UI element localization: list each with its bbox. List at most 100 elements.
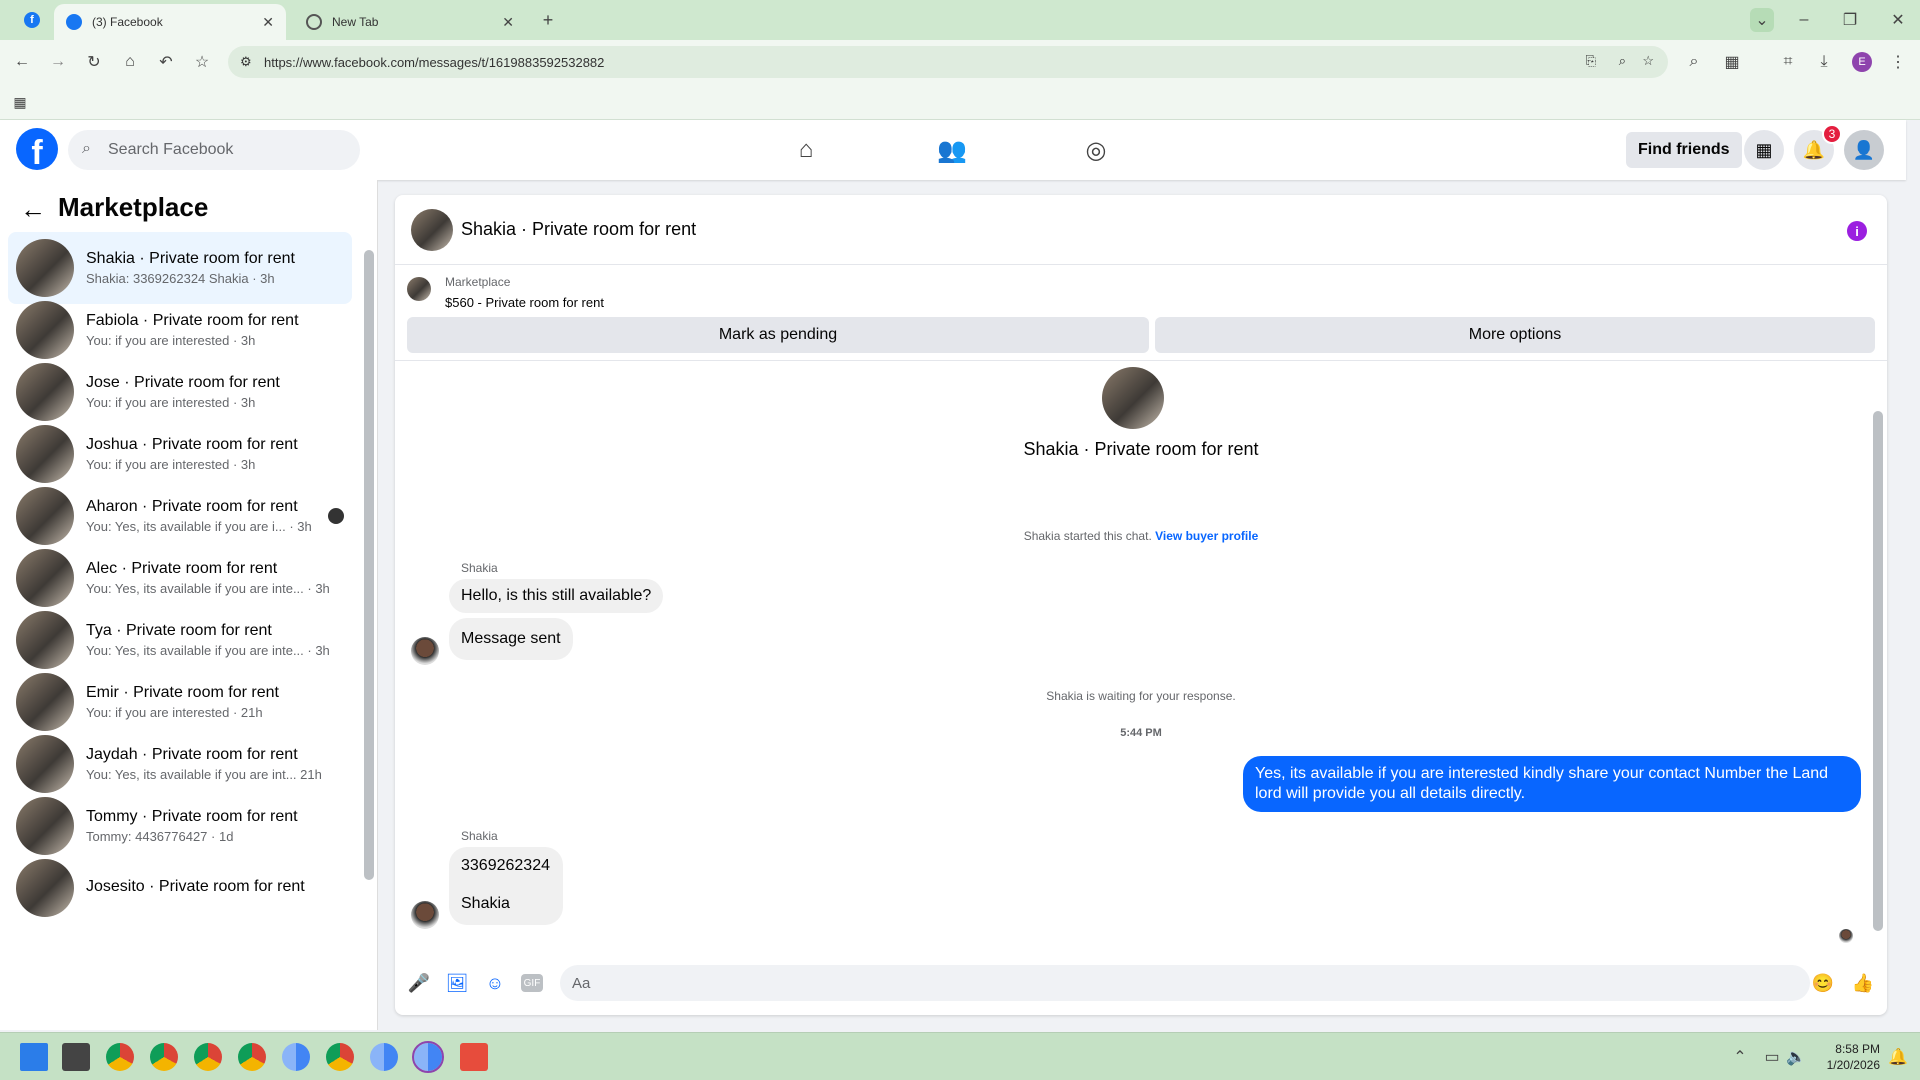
- info-icon[interactable]: i: [1847, 221, 1867, 241]
- listing-thumbnail[interactable]: [407, 277, 431, 301]
- facebook-logo[interactable]: f: [16, 128, 58, 170]
- site-info-icon[interactable]: ⚙: [240, 54, 252, 70]
- search-icon[interactable]: ⌕: [1682, 50, 1706, 74]
- sidebar-scrollbar[interactable]: [364, 250, 374, 880]
- chrome-icon[interactable]: [150, 1043, 178, 1071]
- network-icon[interactable]: ▭: [1760, 1045, 1784, 1069]
- back-arrow-icon[interactable]: ←: [20, 194, 46, 225]
- browser-tab-bar: f (3) Facebook ✕ New Tab ✕ + ⌄ – ❐ ✕: [0, 0, 1920, 40]
- close-tab-icon[interactable]: ✕: [502, 14, 514, 31]
- notification-bell-icon[interactable]: 🔔: [1886, 1045, 1910, 1069]
- chrome-icon[interactable]: [238, 1043, 266, 1071]
- reload-icon[interactable]: ↻: [82, 50, 106, 74]
- message-input[interactable]: Aa: [560, 965, 1810, 1001]
- chrome-icon[interactable]: [194, 1043, 222, 1071]
- chrome-active-icon[interactable]: [412, 1041, 444, 1073]
- home-nav-icon[interactable]: ⌂: [788, 134, 824, 166]
- account-avatar[interactable]: 👤: [1844, 130, 1884, 170]
- sender-avatar[interactable]: [411, 901, 439, 929]
- windows-start-icon[interactable]: [20, 1043, 48, 1071]
- sidebar-title: Marketplace: [58, 192, 209, 222]
- close-window-icon[interactable]: ✕: [1886, 8, 1910, 32]
- zoom-icon[interactable]: ⌕: [1619, 53, 1626, 69]
- find-friends-button[interactable]: Find friends: [1626, 132, 1742, 168]
- restore-icon[interactable]: ❐: [1838, 8, 1862, 32]
- tab-new-tab[interactable]: New Tab ✕: [294, 4, 526, 40]
- conversation-preview: You: if you are interested · 21h: [86, 705, 263, 720]
- message-bubble[interactable]: 3369262324 Shakia: [449, 847, 563, 925]
- chat-avatar[interactable]: [411, 209, 453, 251]
- sticker-icon[interactable]: ☺: [483, 971, 507, 995]
- profile-name: Shakia · Private room for rent: [1023, 439, 1259, 459]
- facebook-header: f ⌕ Search Facebook ⌂ 👥 ◎ Find friends ▦…: [0, 120, 1906, 180]
- undo-icon[interactable]: ↶: [154, 50, 178, 74]
- groups-nav-icon[interactable]: ◎: [1078, 134, 1114, 166]
- tab-search-chevron-icon[interactable]: ⌄: [1750, 8, 1774, 32]
- message-text: Shakia: [461, 895, 510, 912]
- message-composer: 🎤 🖼 ☺ GIF Aa 😊 👍: [395, 951, 1887, 1015]
- crop-icon[interactable]: ⌗: [1776, 50, 1800, 74]
- gif-icon[interactable]: GIF: [521, 974, 543, 992]
- install-icon[interactable]: ⎘: [1586, 53, 1596, 69]
- conversation-title: Jaydah · Private room for rent: [86, 746, 298, 763]
- menu-grid-icon[interactable]: ▦: [1744, 130, 1784, 170]
- home-icon[interactable]: ⌂: [118, 50, 142, 74]
- conversation-text: Tommy · Private room for rent Tommy: 4436…: [86, 808, 346, 844]
- system-clock[interactable]: 8:58 PM 1/20/2026: [1827, 1041, 1880, 1073]
- chat-title[interactable]: Shakia · Private room for rent: [461, 219, 696, 240]
- marketplace-label: Marketplace: [445, 275, 511, 289]
- microphone-icon[interactable]: 🎤: [407, 971, 431, 995]
- volume-icon[interactable]: 🔈: [1784, 1045, 1808, 1069]
- chrome-icon[interactable]: [106, 1043, 134, 1071]
- search-input[interactable]: ⌕ Search Facebook: [68, 130, 360, 170]
- snipping-tool-icon[interactable]: [460, 1043, 488, 1071]
- tab-facebook[interactable]: (3) Facebook ✕: [54, 4, 286, 40]
- conversation-title: Aharon · Private room for rent: [86, 498, 298, 515]
- conversation-preview: You: Yes, its available if you are i... …: [86, 519, 312, 534]
- menu-kebab-icon[interactable]: ⋮: [1886, 50, 1910, 74]
- friends-nav-icon[interactable]: 👥: [934, 134, 970, 166]
- view-buyer-profile-link[interactable]: View buyer profile: [1155, 529, 1258, 543]
- message-bubble[interactable]: Message sent: [449, 618, 573, 660]
- back-icon[interactable]: ←: [10, 50, 34, 74]
- conversation-item[interactable]: Josesito · Private room for rent: [8, 852, 352, 924]
- marketplace-sidebar: ← Marketplace Shakia · Private room for …: [0, 180, 378, 1030]
- facebook-icon: [66, 14, 82, 30]
- conversation-avatar: [16, 673, 74, 731]
- message-bubble[interactable]: Hello, is this still available?: [449, 579, 664, 613]
- listing-title[interactable]: $560 - Private room for rent: [445, 295, 604, 310]
- sender-avatar[interactable]: [411, 637, 439, 665]
- sender-name: Shakia: [461, 561, 498, 575]
- bookmark-star-icon[interactable]: ☆: [190, 50, 214, 74]
- close-tab-icon[interactable]: ✕: [262, 14, 274, 31]
- tray-chevron-icon[interactable]: ⌃: [1728, 1045, 1752, 1069]
- thumbs-up-icon[interactable]: 👍: [1851, 971, 1875, 995]
- conversation-avatar: [16, 425, 74, 483]
- download-icon[interactable]: ⤓: [1812, 50, 1836, 74]
- photo-icon[interactable]: 🖼: [445, 971, 469, 995]
- more-options-button[interactable]: More options: [1155, 317, 1875, 353]
- address-bar[interactable]: ⚙ https://www.facebook.com/messages/t/16…: [228, 46, 1668, 78]
- profile-avatar-icon[interactable]: E: [1850, 50, 1874, 74]
- minimize-icon[interactable]: –: [1792, 8, 1816, 32]
- forward-icon[interactable]: →: [46, 50, 70, 74]
- emoji-icon[interactable]: 😊: [1811, 971, 1835, 995]
- chrome-icon[interactable]: [370, 1043, 398, 1071]
- browser-toolbar: ← → ↻ ⌂ ↶ ☆ ⚙ https://www.facebook.com/m…: [0, 40, 1920, 84]
- new-tab-plus-icon[interactable]: +: [536, 8, 560, 32]
- conversation-avatar: [16, 611, 74, 669]
- chrome-icon[interactable]: [282, 1043, 310, 1071]
- apps-grid-icon[interactable]: ▦: [8, 90, 32, 114]
- profile-avatar[interactable]: [1102, 367, 1164, 429]
- mark-as-pending-button[interactable]: Mark as pending: [407, 317, 1149, 353]
- qr-icon[interactable]: ▦: [1720, 50, 1744, 74]
- chat-scrollbar[interactable]: [1873, 411, 1883, 931]
- chrome-icon[interactable]: [326, 1043, 354, 1071]
- sender-name: Shakia: [461, 829, 498, 843]
- facebook-tab-favicon-icon[interactable]: f: [20, 8, 44, 32]
- my-message-bubble[interactable]: Yes, its available if you are interested…: [1243, 756, 1861, 812]
- notification-badge: 3: [1822, 124, 1842, 144]
- star-icon[interactable]: ☆: [1642, 53, 1654, 69]
- file-explorer-icon[interactable]: [62, 1043, 90, 1071]
- tab-title: (3) Facebook: [92, 15, 163, 29]
